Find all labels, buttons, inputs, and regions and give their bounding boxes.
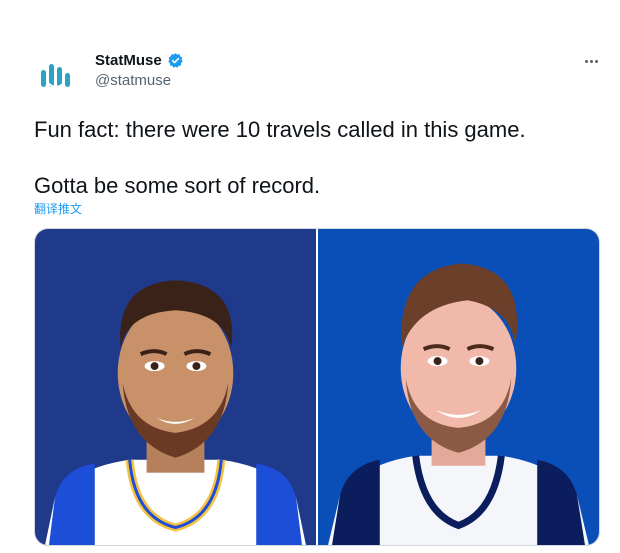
author-display-name[interactable]: StatMuse (95, 52, 162, 69)
translate-tweet-link[interactable]: 翻译推文 (34, 200, 82, 217)
author-handle[interactable]: @statmuse (95, 72, 171, 89)
author-avatar[interactable] (34, 55, 78, 99)
author-name-row: StatMuse (95, 52, 184, 69)
media-image-left[interactable] (35, 229, 316, 545)
player-illustration-icon (35, 229, 316, 545)
verified-badge-icon (167, 52, 184, 69)
media-image-right[interactable] (318, 229, 599, 545)
tweet-card: StatMuse @statmuse Fun fact: there were … (0, 0, 620, 553)
tweet-text-line: Fun fact: there were 10 travels called i… (34, 117, 526, 142)
tweet-text: Fun fact: there were 10 travels called i… (34, 116, 594, 200)
player-illustration-icon (318, 229, 599, 545)
tweet-text-line: Gotta be some sort of record. (34, 173, 321, 198)
statmuse-logo-icon (41, 64, 70, 88)
more-options-icon[interactable] (580, 52, 602, 70)
tweet-media (34, 228, 600, 546)
